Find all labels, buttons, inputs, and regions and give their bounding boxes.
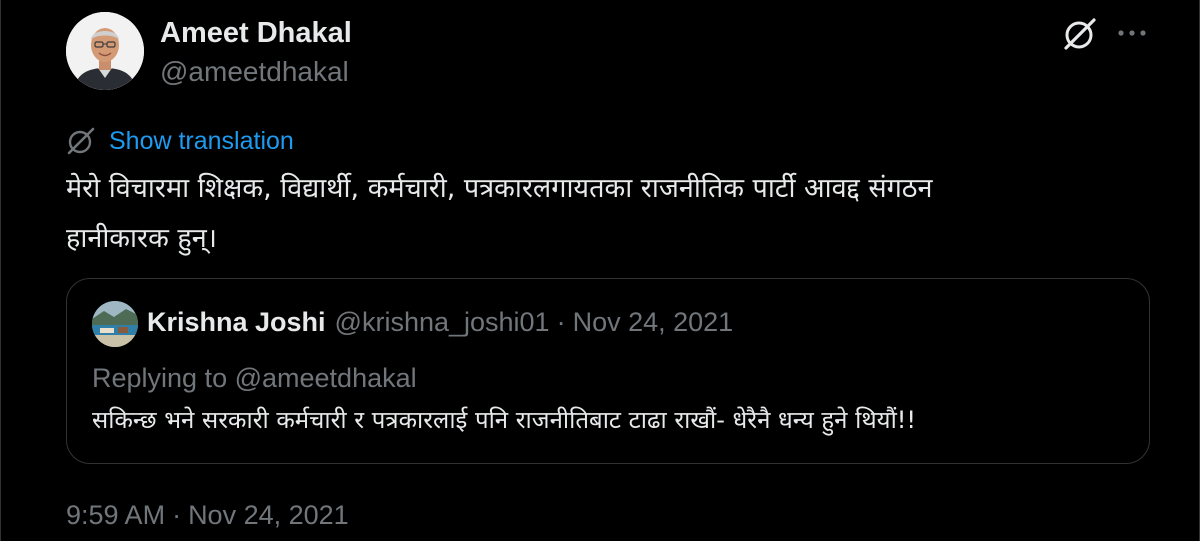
timestamp-date[interactable]: Nov 24, 2021 [188,498,349,532]
tweet-text-line-2: हानीकारक हुन्। [66,223,217,254]
replying-to-mention[interactable]: @ameetdhakal [235,363,417,393]
author-handle[interactable]: @ameetdhakal [160,55,349,89]
quote-header: Krishna Joshi @krishna_joshi01 · Nov 24,… [147,307,733,341]
quote-author-handle[interactable]: @krishna_joshi01 [335,307,550,338]
author-avatar[interactable] [66,12,144,90]
replying-to-prefix: Replying to [92,363,228,393]
tweet-text-line-1: मेरो विचारमा शिक्षक, विद्यार्थी, कर्मचार… [66,173,933,204]
grok-icon [67,127,95,155]
author-avatar-image [66,12,144,90]
timestamp-separator: · [172,500,182,530]
quoted-tweet-card[interactable]: Krishna Joshi @krishna_joshi01 · Nov 24,… [66,278,1150,464]
show-translation-link[interactable]: Show translation [109,127,294,156]
timestamp-time[interactable]: 9:59 AM [66,498,165,532]
replying-to-line: Replying to @ameetdhakal [92,361,417,395]
tweet-timestamp: 9:59 AM · Nov 24, 2021 [66,498,349,532]
quote-author-name[interactable]: Krishna Joshi [147,307,326,338]
grok-icon[interactable] [1062,16,1098,52]
left-border [0,0,1,541]
tweet-text: मेरो विचारमा शिक्षक, विद्यार्थी, कर्मचार… [66,164,1146,264]
show-translation-row[interactable]: Show translation [66,124,294,158]
quote-author-avatar[interactable] [92,301,138,347]
quote-avatar-image [92,301,138,347]
quote-separator: · [556,307,566,337]
author-name[interactable]: Ameet Dhakal [160,16,352,50]
quote-date[interactable]: Nov 24, 2021 [573,307,734,338]
quote-text: सकिन्छ भने सरकारी कर्मचारी र पत्रकारलाई … [92,406,917,434]
more-icon[interactable] [1115,20,1149,46]
